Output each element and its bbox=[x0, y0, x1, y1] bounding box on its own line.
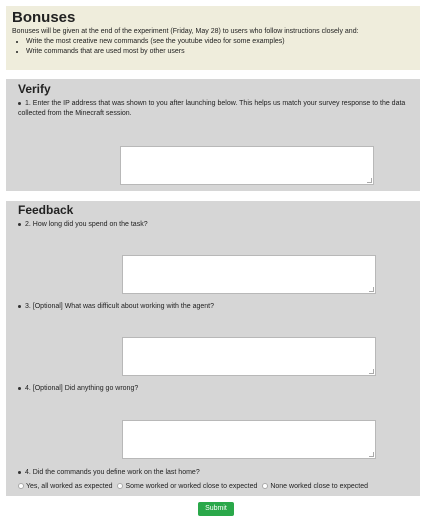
question-time: 2. How long did you spend on the task? bbox=[18, 220, 148, 230]
question-difficult: 3. [Optional] What was difficult about w… bbox=[18, 302, 214, 312]
bonuses-list: Write the most creative new commands (se… bbox=[12, 37, 414, 57]
verify-title: Verify bbox=[18, 82, 51, 96]
radio-label: Some worked or worked close to expected bbox=[125, 483, 258, 490]
radio-option-yes[interactable]: Yes, all worked as expected bbox=[18, 483, 113, 490]
difficulty-textarea[interactable] bbox=[122, 337, 376, 376]
bullet-icon bbox=[18, 470, 21, 474]
bonuses-item: Write the most creative new commands (se… bbox=[26, 37, 414, 47]
ip-address-textarea[interactable] bbox=[120, 146, 374, 185]
radio-option-some[interactable]: Some worked or worked close to expected bbox=[117, 483, 257, 490]
radio-label: None worked close to expected bbox=[270, 483, 368, 490]
radio-option-none[interactable]: None worked close to expected bbox=[262, 483, 368, 490]
bullet-icon bbox=[18, 386, 21, 390]
bullet-icon bbox=[18, 222, 21, 226]
radio-button[interactable] bbox=[18, 483, 24, 490]
feedback-title: Feedback bbox=[18, 203, 74, 217]
went-wrong-textarea[interactable] bbox=[122, 420, 376, 459]
question-wrong: 4. [Optional] Did anything go wrong? bbox=[18, 384, 138, 394]
question-commands: 4. Did the commands you define work on t… bbox=[18, 468, 200, 478]
question-difficult-text: 3. [Optional] What was difficult about w… bbox=[25, 303, 214, 310]
question-wrong-text: 4. [Optional] Did anything go wrong? bbox=[25, 385, 139, 392]
bonuses-title: Bonuses bbox=[12, 9, 76, 26]
verify-question: 1. Enter the IP address that was shown t… bbox=[18, 99, 410, 119]
bonuses-item: Write commands that are used most by oth… bbox=[26, 47, 414, 57]
radio-label: Yes, all worked as expected bbox=[26, 483, 113, 490]
verify-question-text: 1. Enter the IP address that was shown t… bbox=[18, 100, 406, 117]
verify-section: Verify 1. Enter the IP address that was … bbox=[6, 79, 420, 191]
bonuses-text: Bonuses will be given at the end of the … bbox=[12, 28, 359, 35]
bonuses-section: Bonuses Bonuses will be given at the end… bbox=[6, 6, 420, 70]
feedback-section: Feedback 2. How long did you spend on th… bbox=[6, 201, 420, 496]
submit-button[interactable]: Submit bbox=[198, 502, 234, 516]
question-commands-text: 4. Did the commands you define work on t… bbox=[25, 469, 200, 476]
radio-button[interactable] bbox=[117, 483, 124, 490]
radio-button[interactable] bbox=[262, 483, 269, 490]
bullet-icon bbox=[18, 101, 21, 105]
question-time-text: 2. How long did you spend on the task? bbox=[25, 221, 148, 228]
bullet-icon bbox=[18, 304, 21, 308]
time-spent-textarea[interactable] bbox=[122, 255, 376, 294]
commands-radio-group: Yes, all worked as expected Some worked … bbox=[18, 482, 371, 492]
